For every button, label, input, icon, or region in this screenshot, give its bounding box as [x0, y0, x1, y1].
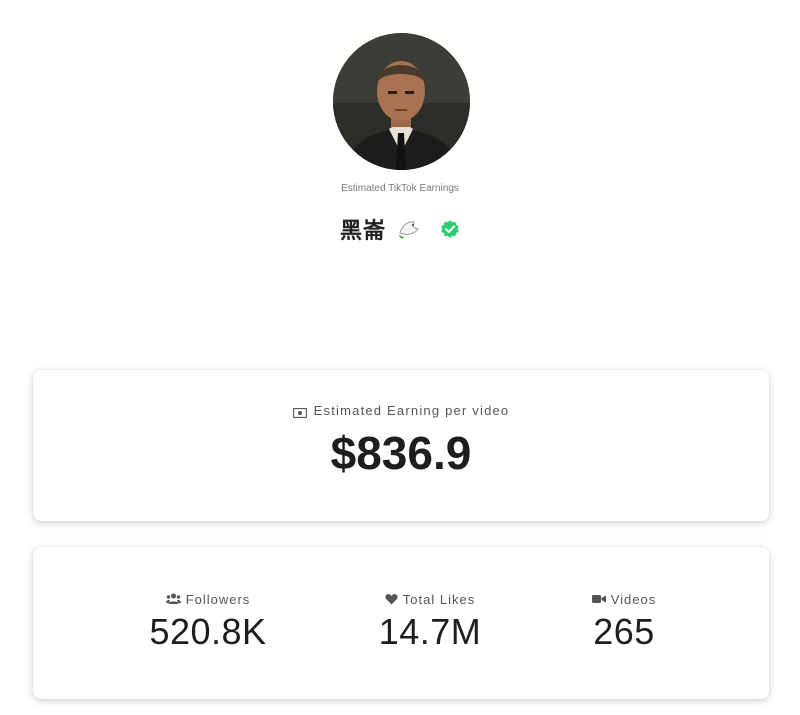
stats-card: Followers 520.8K Total Likes 14.7M Video…	[33, 547, 769, 699]
earnings-label: Estimated Earning per video	[313, 403, 510, 418]
stat-likes-label-row: Total Likes	[330, 591, 530, 607]
earnings-label-row: Estimated Earning per video	[33, 403, 769, 418]
dove-icon	[396, 217, 422, 241]
stat-followers: Followers 520.8K	[108, 591, 308, 653]
heart-icon	[385, 594, 398, 605]
stat-total-likes: Total Likes 14.7M	[330, 591, 530, 653]
stat-followers-label-row: Followers	[108, 591, 308, 607]
stat-label: Followers	[185, 591, 251, 607]
avatar	[333, 33, 470, 170]
users-icon	[165, 593, 181, 604]
stat-label: Total Likes	[402, 591, 476, 607]
avatar-portrait-icon	[333, 33, 470, 170]
stat-value: 265	[593, 611, 655, 652]
profile-name-row: 黑崙	[0, 213, 800, 245]
stat-label: Videos	[610, 591, 657, 607]
verified-badge-icon	[440, 219, 460, 239]
stat-value: 14.7M	[378, 611, 482, 652]
stat-videos-label-row: Videos	[524, 591, 724, 607]
stat-value: 520.8K	[149, 611, 267, 652]
earnings-value: $836.9	[330, 427, 472, 479]
username: 黑崙	[339, 219, 386, 244]
page-subtitle: Estimated TikTok Earnings	[341, 183, 459, 194]
earnings-card: Estimated Earning per video $836.9	[33, 370, 769, 521]
stats-row: Followers 520.8K Total Likes 14.7M Video…	[33, 591, 769, 671]
page: Estimated TikTok Earnings 黑崙 Estimated E…	[0, 0, 800, 715]
money-bill-icon	[292, 406, 307, 418]
video-camera-icon	[591, 595, 606, 603]
stat-videos: Videos 265	[524, 591, 724, 653]
